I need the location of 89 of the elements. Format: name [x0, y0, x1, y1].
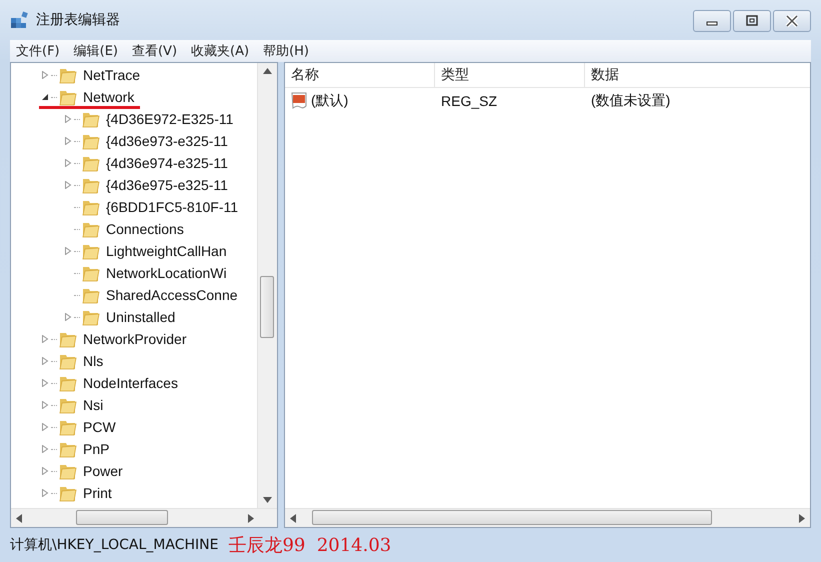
- tree-item[interactable]: SharedAccessConne: [106, 287, 238, 303]
- scrollbar-thumb[interactable]: [260, 276, 274, 338]
- folder-icon: [82, 264, 100, 282]
- column-header[interactable]: 名称: [285, 63, 435, 87]
- expand-arrow-icon[interactable]: [64, 115, 72, 123]
- window-title: 注册表编辑器: [36, 11, 120, 29]
- horizontal-scrollbar[interactable]: [11, 508, 277, 527]
- table-cell-text: (数值未设置): [590, 92, 672, 110]
- expand-arrow-icon[interactable]: [41, 71, 49, 79]
- folder-icon: [59, 66, 77, 84]
- folder-icon: [59, 418, 77, 436]
- menu-item[interactable]: 收藏夹(A): [191, 42, 250, 60]
- tree-item[interactable]: Uninstalled: [106, 309, 176, 325]
- scroll-left-icon[interactable]: [290, 514, 296, 522]
- vertical-scrollbar[interactable]: [257, 63, 277, 508]
- annotation-text: 壬辰龙99 2014.03: [228, 534, 392, 557]
- folder-icon: [82, 286, 100, 304]
- tree-item[interactable]: NetworkLocationWi: [106, 265, 227, 281]
- expand-arrow-icon[interactable]: [41, 445, 49, 453]
- tree-item[interactable]: Print: [83, 485, 112, 501]
- scroll-right-icon[interactable]: [248, 514, 254, 522]
- minimize-button[interactable]: [693, 10, 731, 32]
- tree-item[interactable]: NetTrace: [83, 67, 140, 83]
- folder-icon: [82, 154, 100, 172]
- tree-item[interactable]: PCW: [83, 419, 116, 435]
- folder-icon: [82, 110, 100, 128]
- registry-cubes-icon: [10, 10, 30, 30]
- table-cell: (默认): [311, 92, 348, 110]
- expand-arrow-icon[interactable]: [41, 423, 49, 431]
- tree-item[interactable]: NodeInterfaces: [83, 375, 178, 391]
- table-cell-text: REG_SZ: [440, 93, 498, 109]
- maximize-button[interactable]: [733, 10, 771, 32]
- scrollbar-thumb[interactable]: [312, 510, 712, 525]
- tree-item[interactable]: Network: [83, 89, 134, 105]
- folder-icon: [82, 308, 100, 326]
- tree-item[interactable]: {4d36e974-e325-11: [106, 155, 228, 171]
- maximize-icon: [745, 15, 759, 27]
- status-path: 计算机\HKEY_LOCAL_MACHINE: [10, 536, 218, 554]
- menu-item[interactable]: 查看(V): [132, 42, 178, 60]
- scrollbar-thumb[interactable]: [76, 510, 168, 525]
- expand-arrow-icon[interactable]: [64, 247, 72, 255]
- folder-icon: [82, 220, 100, 238]
- close-icon: [784, 14, 800, 28]
- folder-icon: [59, 440, 77, 458]
- folder-icon: [59, 462, 77, 480]
- tree-item[interactable]: Nsi: [83, 397, 104, 413]
- tree-item[interactable]: PnP: [83, 441, 110, 457]
- tree-item[interactable]: {4d36e973-e325-11: [106, 133, 228, 149]
- expand-arrow-icon[interactable]: [41, 401, 49, 409]
- column-header[interactable]: 数据: [585, 63, 810, 87]
- expand-arrow-icon[interactable]: [64, 137, 72, 145]
- menu-item[interactable]: 文件(F): [16, 42, 60, 60]
- tree-item[interactable]: NetworkProvider: [83, 331, 186, 347]
- folder-icon: [59, 88, 77, 106]
- collapse-arrow-icon[interactable]: [41, 93, 49, 101]
- folder-icon: [59, 352, 77, 370]
- expand-arrow-icon[interactable]: [64, 313, 72, 321]
- tree-item[interactable]: {6BDD1FC5-810F-11: [106, 199, 238, 215]
- scroll-left-icon[interactable]: [16, 514, 22, 522]
- folder-icon: [59, 396, 77, 414]
- scroll-right-icon[interactable]: [799, 514, 805, 522]
- expand-arrow-icon[interactable]: [41, 335, 49, 343]
- tree-item[interactable]: Nls: [83, 353, 104, 369]
- string-value-icon: [291, 92, 309, 110]
- scroll-up-icon[interactable]: [263, 68, 272, 74]
- tree-item[interactable]: LightweightCallHan: [106, 243, 227, 259]
- folder-icon: [59, 484, 77, 502]
- horizontal-scrollbar[interactable]: [285, 508, 810, 527]
- menu-item[interactable]: 编辑(E): [74, 42, 118, 60]
- scroll-down-icon[interactable]: [263, 497, 272, 503]
- folder-icon: [82, 132, 100, 150]
- column-header[interactable]: 类型: [435, 63, 585, 87]
- tree-item[interactable]: Power: [83, 463, 123, 479]
- tree-item[interactable]: {4D36E972-E325-11: [106, 111, 234, 127]
- expand-arrow-icon[interactable]: [41, 357, 49, 365]
- expand-arrow-icon[interactable]: [64, 181, 72, 189]
- expand-arrow-icon[interactable]: [41, 379, 49, 387]
- tree-item[interactable]: {4d36e975-e325-11: [106, 177, 228, 193]
- folder-icon: [82, 242, 100, 260]
- folder-icon: [59, 374, 77, 392]
- close-button[interactable]: [773, 10, 811, 32]
- expand-arrow-icon[interactable]: [41, 467, 49, 475]
- expand-arrow-icon[interactable]: [41, 489, 49, 497]
- tree-item[interactable]: Connections: [106, 221, 184, 237]
- folder-icon: [82, 198, 100, 216]
- menu-item[interactable]: 帮助(H): [263, 42, 309, 60]
- folder-icon: [82, 176, 100, 194]
- folder-icon: [59, 330, 77, 348]
- expand-arrow-icon[interactable]: [64, 159, 72, 167]
